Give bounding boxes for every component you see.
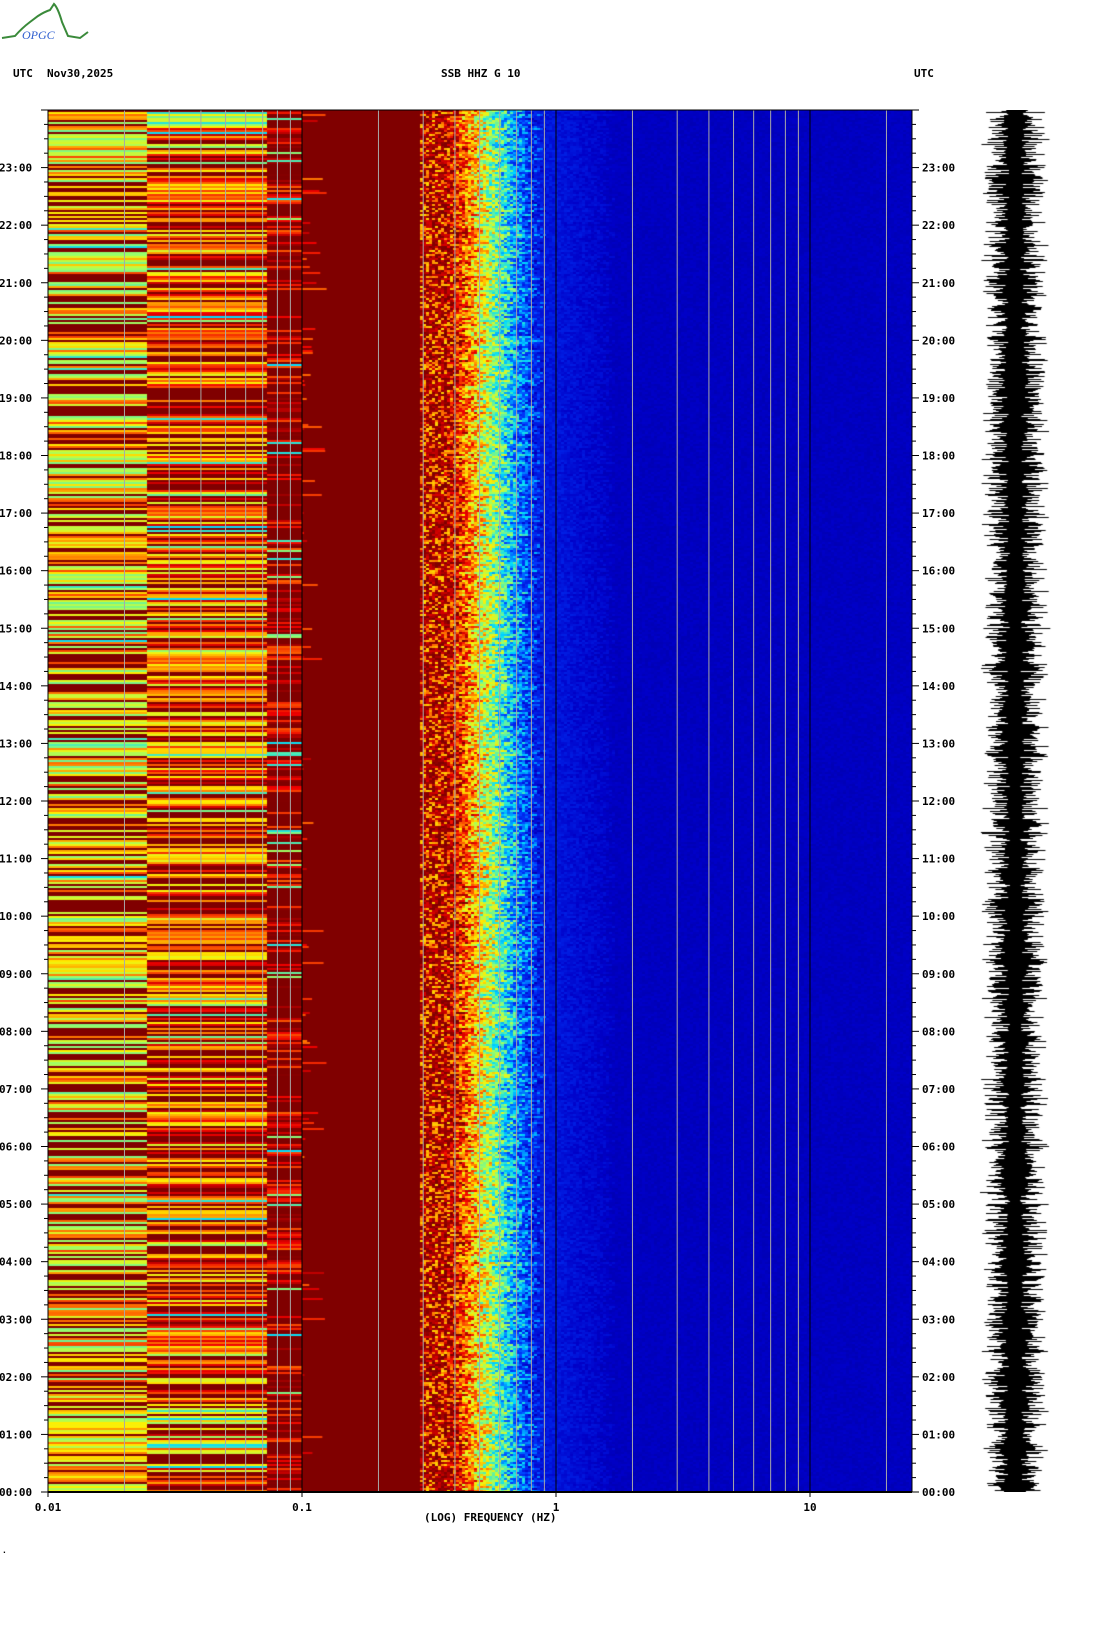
y-tick-label-right: 06:00 [922,1141,955,1154]
y-tick-label-left: 07:00 [0,1083,32,1096]
y-tick-label-left: 19:00 [0,392,32,405]
y-tick-label-left: 03:00 [0,1313,32,1326]
y-tick-label-left: 04:00 [0,1256,32,1269]
y-tick-label-right: 16:00 [922,565,955,578]
y-tick-label-right: 14:00 [922,680,955,693]
footer-mark: · [2,1548,7,1557]
y-tick-label-left: 06:00 [0,1141,32,1154]
y-tick-label-left: 08:00 [0,1025,32,1038]
y-tick-label-left: 05:00 [0,1198,32,1211]
y-tick-label-left: 09:00 [0,968,32,981]
y-tick-label-left: 10:00 [0,910,32,923]
x-axis-label: (LOG) FREQUENCY (HZ) [424,1511,557,1524]
y-tick-label-right: 20:00 [922,334,955,347]
y-tick-label-right: 09:00 [922,968,955,981]
y-tick-label-left: 18:00 [0,450,32,463]
y-tick-label-left: 02:00 [0,1371,32,1384]
x-tick-label: 10 [803,1501,816,1514]
y-tick-label-right: 18:00 [922,450,955,463]
y-tick-label-left: 21:00 [0,277,32,290]
y-tick-label-right: 21:00 [922,277,955,290]
y-tick-label-left: 01:00 [0,1428,32,1441]
y-tick-label-right: 11:00 [922,853,955,866]
y-tick-label-left: 16:00 [0,565,32,578]
y-tick-label-right: 19:00 [922,392,955,405]
y-tick-label-right: 02:00 [922,1371,955,1384]
y-tick-label-right: 07:00 [922,1083,955,1096]
y-tick-label-right: 23:00 [922,162,955,175]
y-tick-label-left: 23:00 [0,162,32,175]
y-tick-label-right: 17:00 [922,507,955,520]
y-tick-label-right: 13:00 [922,737,955,750]
y-tick-label-right: 03:00 [922,1313,955,1326]
chart-axes: 00:00 00:00 01:00 01:00 02:00 02:00 03:00 03:00… [0,109,955,1514]
y-tick-label-left: 00:00 [0,1486,32,1499]
x-tick-label: 0.01 [35,1501,62,1514]
y-tick-label-left: 20:00 [0,334,32,347]
y-tick-label-right: 08:00 [922,1025,955,1038]
x-tick-label: 0.1 [292,1501,312,1514]
y-tick-label-right: 01:00 [922,1428,955,1441]
y-tick-label-right: 22:00 [922,219,955,232]
y-tick-label-left: 13:00 [0,737,32,750]
y-tick-label-right: 04:00 [922,1256,955,1269]
y-tick-label-left: 14:00 [0,680,32,693]
y-tick-label-right: 12:00 [922,795,955,808]
y-tick-label-right: 05:00 [922,1198,955,1211]
y-tick-label-right: 10:00 [922,910,955,923]
y-tick-label-right: 15:00 [922,622,955,635]
y-tick-label-right: 00:00 [922,1486,955,1499]
y-tick-label-left: 17:00 [0,507,32,520]
y-tick-label-left: 15:00 [0,622,32,635]
y-tick-label-left: 12:00 [0,795,32,808]
y-tick-label-left: 11:00 [0,853,32,866]
y-tick-label-left: 22:00 [0,219,32,232]
